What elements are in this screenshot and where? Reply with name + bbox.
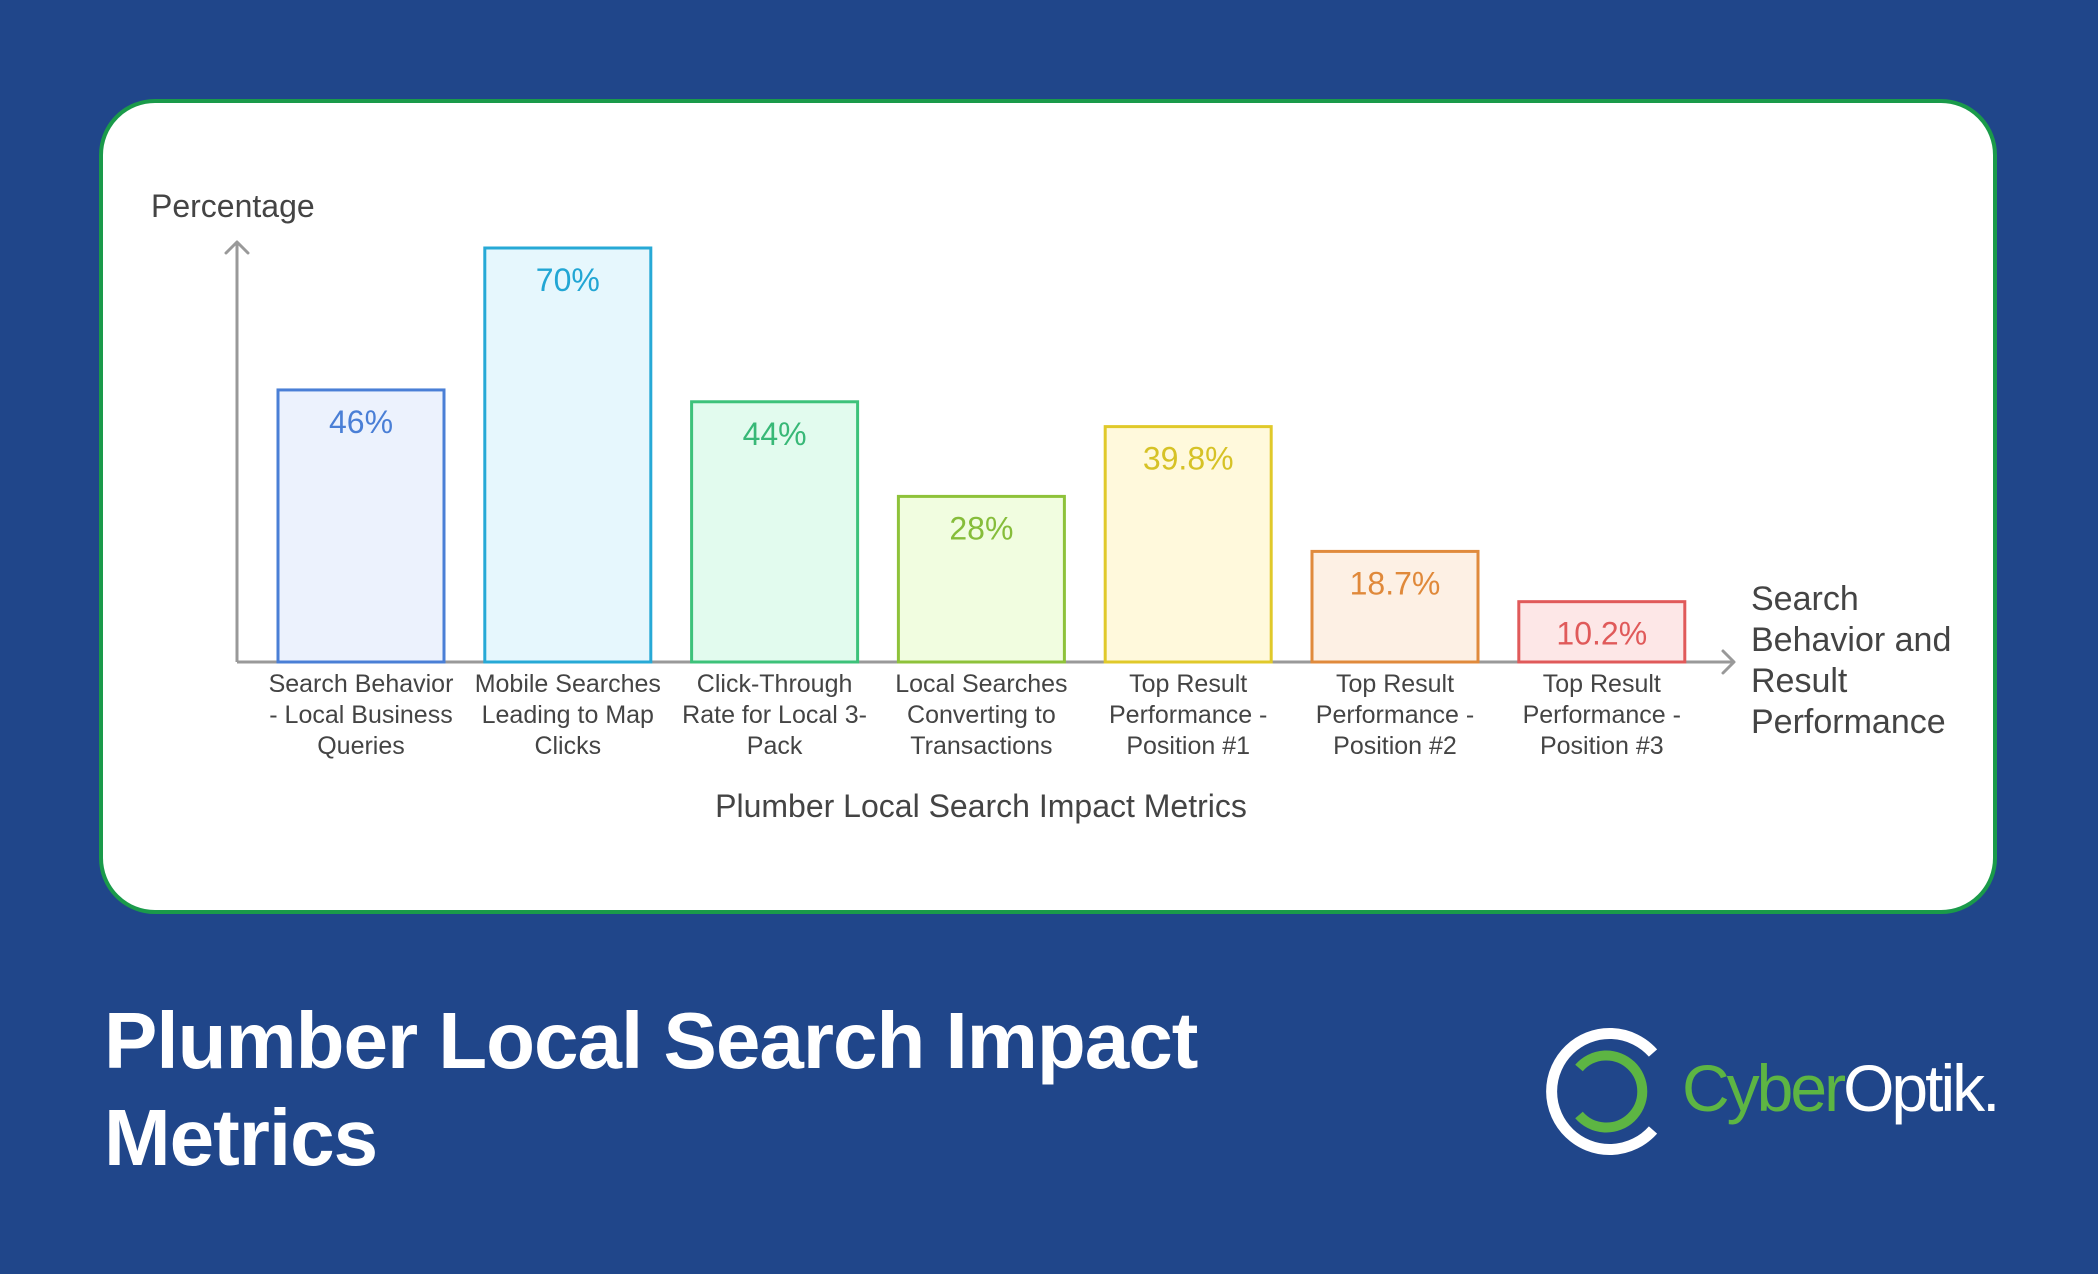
bar-value-label: 28%: [949, 510, 1013, 546]
x-tick-label: Click-Through Rate for Local 3-Pack: [682, 670, 867, 760]
x-tick-label: Mobile Searches Leading to Map Clicks: [475, 670, 661, 760]
bar-value-label: 46%: [329, 404, 393, 440]
bars: 46% Search Behavior - Local Business Querie…: [269, 246, 1687, 760]
logo-text-optik: Optik.: [1843, 1051, 2000, 1125]
bar-value-label: 39.8%: [1143, 441, 1234, 477]
bar-value-label: 70%: [536, 262, 600, 298]
bar: [483, 246, 653, 664]
page-title-line: Plumber Local Search Impact: [104, 996, 1198, 1085]
x-tick-label: Top Result Performance -Position #3: [1523, 670, 1681, 760]
x-axis-end-label: Search Behavior and Result Performance: [1751, 580, 1951, 741]
page-title-line: Metrics: [104, 1093, 378, 1182]
bar-group: 10.2% Top Result Performance -Position #3: [1517, 600, 1687, 760]
bar-value-label: 10.2%: [1556, 616, 1647, 652]
logo-mark-icon: [1546, 1028, 1658, 1155]
cyberoptik-logo: CyberOptik.: [1540, 1020, 2010, 1170]
bar-group: 46% Search Behavior - Local Business Querie…: [269, 388, 454, 760]
bar-group: 28% Local Searches Converting to Transactio…: [895, 494, 1068, 760]
x-tick-label: Search Behavior - Local Business Queries: [269, 670, 454, 760]
logo-text-cyber: Cyber: [1682, 1051, 1846, 1125]
bar-group: 70% Mobile Searches Leading to Map Clicks: [475, 246, 661, 760]
bar-value-label: 44%: [743, 416, 807, 452]
logo-wordmark: CyberOptik.: [1682, 1048, 2000, 1128]
x-axis-end-label-text: Search Behavior and Result Performance: [1751, 580, 1951, 741]
logo-inner-ring: [1575, 1050, 1648, 1133]
y-axis-label: Percentage: [151, 188, 315, 224]
x-tick-label: Top Result Performance -Position #1: [1109, 670, 1267, 760]
bar-value-label: 18.7%: [1350, 565, 1441, 601]
x-tick-label: Local Searches Converting to Transactions: [895, 670, 1067, 760]
x-axis-label: Plumber Local Search Impact Metrics: [715, 788, 1247, 824]
bar-group: 44% Click-Through Rate for Local 3-Pack: [682, 400, 867, 760]
bar-group: 39.8% Top Result Performance -Position #1: [1103, 425, 1273, 760]
bar-group: 18.7% Top Result Performance -Position #2: [1310, 549, 1480, 760]
page-title: Plumber Local Search Impact Metrics: [104, 992, 1404, 1186]
x-tick-label: Top Result Performance -Position #2: [1316, 670, 1474, 760]
